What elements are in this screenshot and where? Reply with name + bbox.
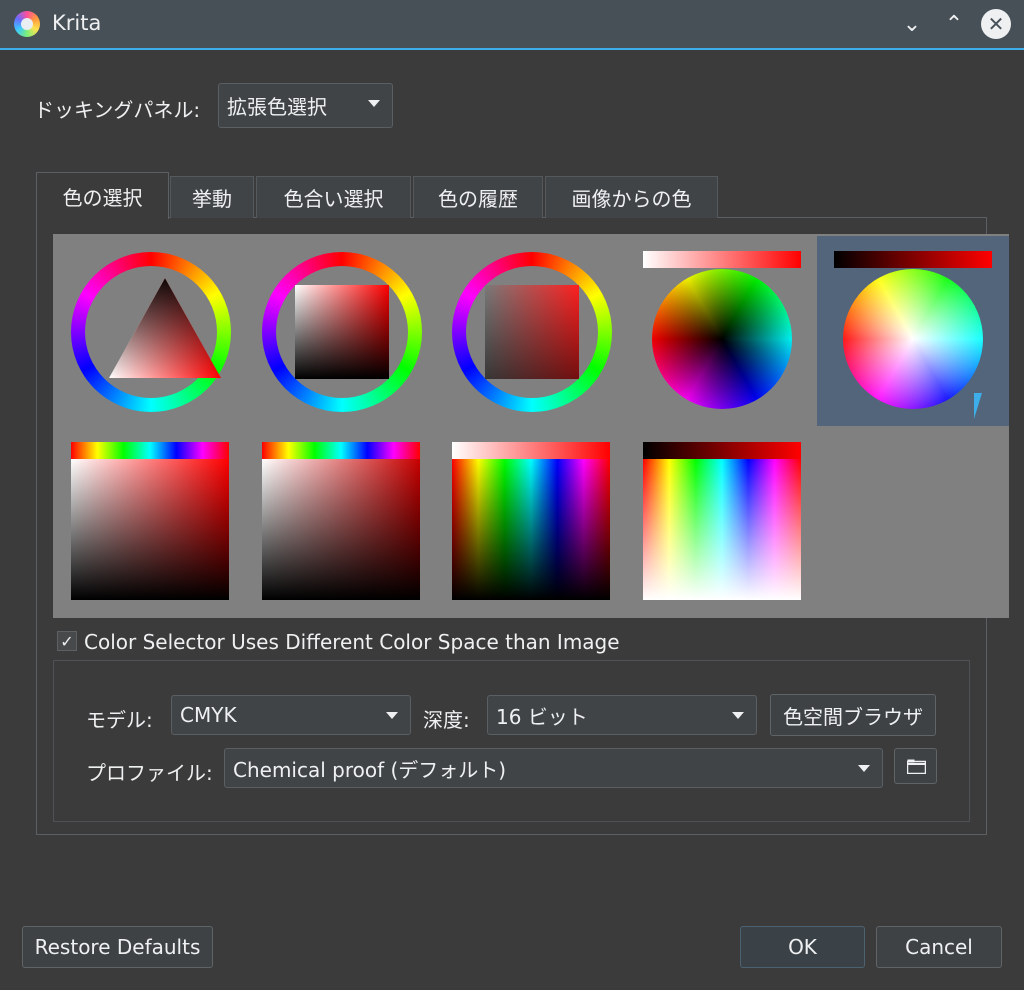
docking-label: ドッキングパネル: — [34, 98, 201, 122]
dark-red-slider — [834, 251, 992, 268]
color-space-browser-button[interactable]: 色空間ブラウザ — [770, 694, 936, 736]
restore-defaults-button[interactable]: Restore Defaults — [22, 926, 213, 968]
light-red-slider — [452, 442, 610, 459]
chevron-down-icon — [732, 712, 744, 719]
ring-inner — [276, 266, 408, 398]
title-bar: Krita ⌄ ⌃ ✕ — [0, 0, 1024, 50]
color-space-checkbox[interactable]: ✓ — [57, 631, 77, 651]
hue-slider — [262, 442, 420, 459]
light-red-slider — [643, 251, 801, 268]
model-select[interactable]: CMYK — [171, 695, 411, 735]
hue-slider — [71, 442, 229, 459]
tab-label: 画像からの色 — [571, 187, 692, 211]
selector-wheel-light[interactable] — [843, 269, 983, 409]
ring-inner — [85, 266, 221, 398]
cancel-label: Cancel — [905, 935, 973, 959]
dark-red-slider — [643, 442, 801, 459]
maximize-icon: ⌃ — [944, 11, 964, 37]
color-space-group — [53, 660, 970, 822]
selector-square-1[interactable] — [71, 459, 229, 600]
depth-select[interactable]: 16 ビット — [487, 695, 757, 735]
model-label: モデル: — [86, 708, 153, 732]
tab-colors-from-image[interactable]: 画像からの色 — [545, 176, 718, 218]
selector-ring-square-alt[interactable] — [452, 252, 612, 412]
browse-profile-button[interactable] — [894, 748, 937, 784]
selector-hue-value[interactable] — [452, 459, 610, 600]
folder-icon — [907, 759, 926, 774]
docking-panel-select[interactable]: 拡張色選択 — [218, 83, 393, 128]
tab-color-selection[interactable]: 色の選択 — [36, 172, 169, 219]
window-title: Krita — [52, 11, 102, 35]
close-button[interactable]: ✕ — [978, 6, 1014, 42]
profile-label: プロファイル: — [86, 761, 213, 785]
cancel-button[interactable]: Cancel — [876, 926, 1002, 968]
chevron-down-icon — [858, 765, 870, 772]
krita-settings-dialog: Krita ⌄ ⌃ ✕ ドッキングパネル: 拡張色選択 色の選択 挙動 色合い選… — [0, 0, 1024, 990]
selector-hue-lightness[interactable] — [643, 459, 801, 600]
tab-label: 色の履歴 — [438, 187, 518, 211]
chevron-down-icon — [368, 100, 380, 107]
selector-square-2[interactable] — [262, 459, 420, 600]
tab-label: 色合い選択 — [283, 187, 384, 211]
color-space-checkbox-label: Color Selector Uses Different Color Spac… — [84, 630, 620, 654]
triangle-selector — [109, 278, 221, 378]
chevron-down-icon — [386, 712, 398, 719]
docking-panel-value: 拡張色選択 — [227, 95, 327, 119]
square-selector — [485, 285, 579, 379]
tab-label: 挙動 — [192, 187, 232, 211]
minimize-button[interactable]: ⌄ — [894, 6, 930, 42]
selector-ring-triangle[interactable] — [71, 252, 231, 412]
tab-color-history[interactable]: 色の履歴 — [413, 176, 543, 218]
tab-label: 色の選択 — [62, 185, 143, 210]
restore-defaults-label: Restore Defaults — [34, 935, 201, 959]
profile-select[interactable]: Chemical proof (デフォルト) — [224, 748, 883, 788]
selector-ring-square[interactable] — [262, 252, 422, 412]
tab-behavior[interactable]: 挙動 — [170, 176, 254, 218]
ring-inner — [466, 266, 598, 398]
maximize-button[interactable]: ⌃ — [936, 6, 972, 42]
krita-app-icon — [14, 11, 40, 37]
selector-wheel-dark[interactable] — [652, 269, 792, 409]
minimize-icon: ⌄ — [902, 11, 922, 37]
depth-label: 深度: — [423, 708, 470, 732]
close-icon: ✕ — [981, 9, 1011, 39]
mouse-cursor-icon — [974, 393, 982, 419]
ok-label: OK — [788, 935, 817, 959]
model-value: CMYK — [180, 703, 237, 727]
profile-value: Chemical proof (デフォルト) — [233, 757, 507, 782]
square-selector — [295, 285, 389, 379]
ok-button[interactable]: OK — [740, 926, 865, 968]
tab-hue-selection[interactable]: 色合い選択 — [256, 176, 411, 218]
depth-value: 16 ビット — [496, 704, 588, 729]
